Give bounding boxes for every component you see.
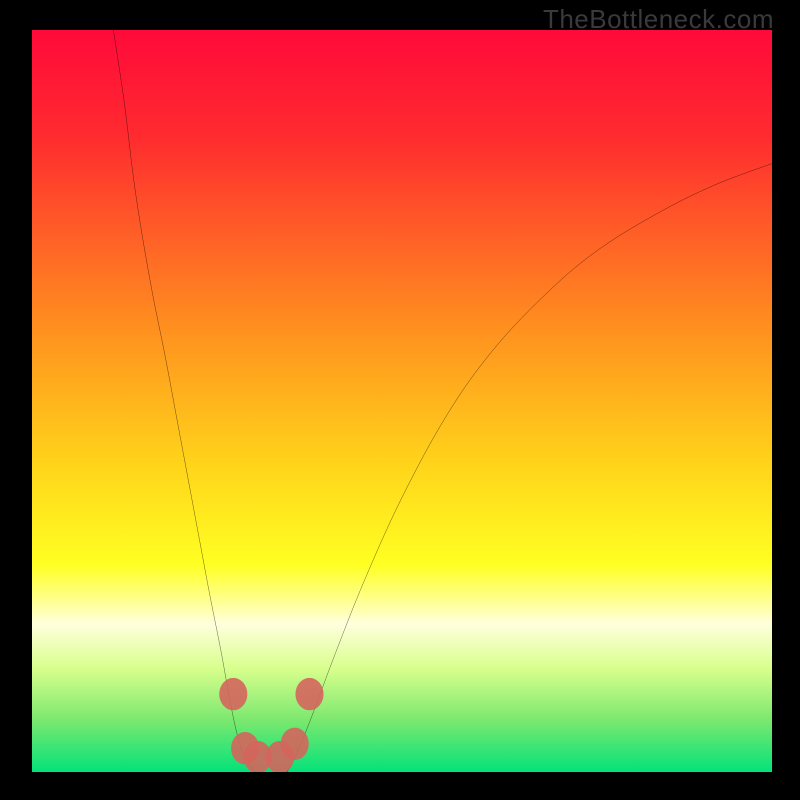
marker-dot (281, 728, 309, 760)
chart-canvas (32, 30, 772, 772)
chart-frame: TheBottleneck.com (0, 0, 800, 800)
gradient-background (32, 30, 772, 772)
marker-dot (295, 678, 323, 710)
marker-dot (219, 678, 247, 710)
plot-area (32, 30, 772, 772)
